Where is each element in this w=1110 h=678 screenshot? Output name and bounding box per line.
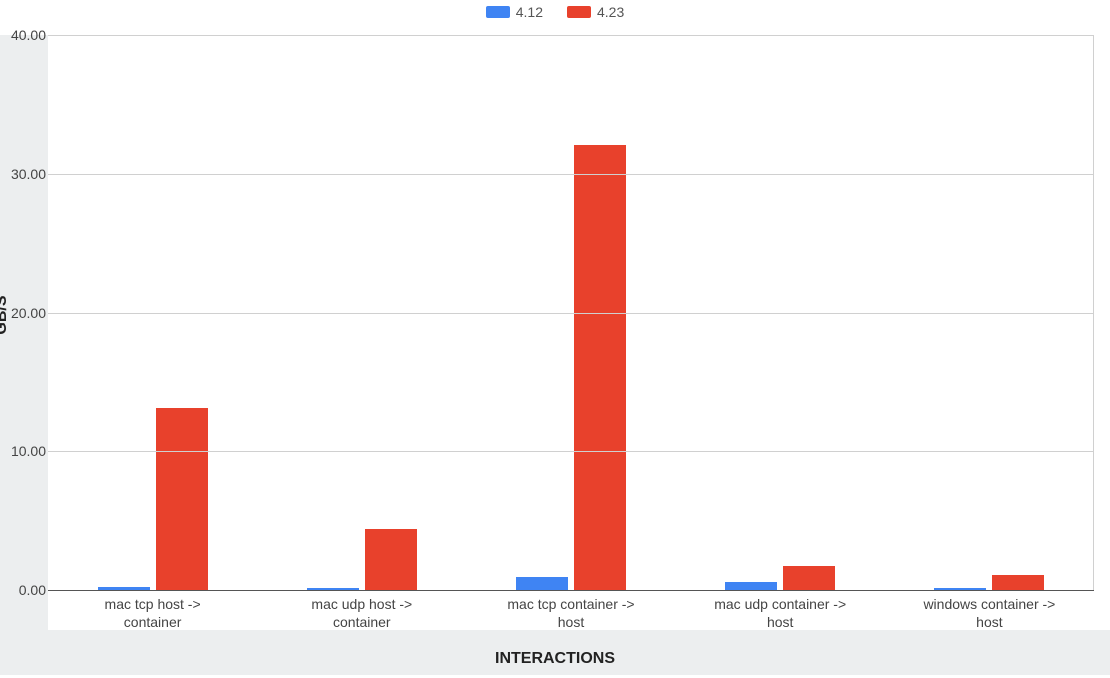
legend-swatch-icon	[486, 6, 510, 18]
chart-container: 4.124.23 GB/S 0.0010.0020.0030.0040.00 m…	[0, 0, 1110, 678]
bar-1[interactable]	[992, 575, 1044, 590]
legend-swatch-icon	[567, 6, 591, 18]
axis-bg-left	[0, 35, 48, 655]
x-tick-label: mac tcp host ->container	[53, 596, 253, 631]
bar-1[interactable]	[783, 566, 835, 590]
legend-label: 4.23	[597, 4, 624, 20]
gridline	[48, 174, 1094, 175]
legend: 4.12 4.23	[0, 4, 1110, 20]
bar-0[interactable]	[725, 582, 777, 590]
y-tick-label: 30.00	[2, 166, 46, 182]
y-tick-label: 20.00	[2, 305, 46, 321]
legend-item-1[interactable]: 4.23	[567, 4, 624, 20]
bar-0[interactable]	[516, 577, 568, 590]
x-tick-label: mac udp host ->container	[262, 596, 462, 631]
gridline	[48, 35, 1094, 36]
x-tick-label: windows container ->host	[889, 596, 1089, 631]
x-axis-title: INTERACTIONS	[0, 650, 1110, 668]
gridline	[48, 590, 1094, 591]
y-tick-label: 40.00	[2, 27, 46, 43]
bar-1[interactable]	[574, 145, 626, 590]
y-tick-label: 10.00	[2, 443, 46, 459]
x-tick-label: mac tcp container ->host	[471, 596, 671, 631]
bar-1[interactable]	[156, 408, 208, 590]
plot-area	[48, 35, 1094, 590]
gridline	[48, 313, 1094, 314]
y-tick-label: 0.00	[2, 582, 46, 598]
x-tick-label: mac udp container ->host	[680, 596, 880, 631]
gridline	[48, 451, 1094, 452]
legend-item-0[interactable]: 4.12	[486, 4, 543, 20]
legend-label: 4.12	[516, 4, 543, 20]
bar-1[interactable]	[365, 529, 417, 590]
